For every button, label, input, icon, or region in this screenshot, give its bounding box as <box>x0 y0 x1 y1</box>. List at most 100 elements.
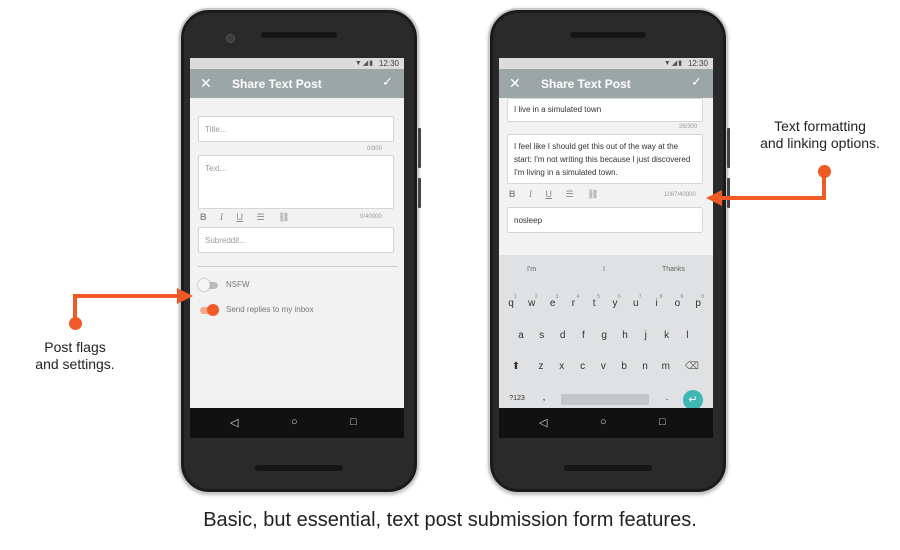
home-icon[interactable]: ○ <box>291 416 298 428</box>
key-hint: 7 <box>638 294 642 300</box>
app-bar: ✕ Share Text Post ✓ <box>499 69 713 98</box>
app-title: Share Text Post <box>232 77 322 91</box>
signal-icon: ▼◢▮ <box>354 60 374 67</box>
signal-icon: ▼◢▮ <box>663 60 683 67</box>
key-j[interactable]: j <box>638 330 654 341</box>
camera <box>226 34 235 43</box>
shift-icon[interactable]: ⬆ <box>508 361 524 372</box>
recents-icon[interactable]: □ <box>350 416 357 428</box>
link-icon[interactable]: ⛓ <box>587 189 598 200</box>
phone-left: ▼◢▮ 12:30 ✕ Share Text Post ✓ Title... 0… <box>179 8 421 494</box>
title-field[interactable]: Title... <box>198 116 394 142</box>
close-icon[interactable]: ✕ <box>200 75 212 92</box>
soft-keyboard: I'm I Thanks q1w2e3r4t5y6u7i8o9p0asdfghj… <box>499 255 713 410</box>
speaker-grille <box>261 32 337 38</box>
back-icon[interactable]: ◁ <box>539 416 547 429</box>
key-g[interactable]: g <box>596 330 612 341</box>
subreddit-field[interactable]: nosleep <box>507 207 703 233</box>
text-placeholder: Text... <box>205 164 227 173</box>
app-bar: ✕ Share Text Post ✓ <box>190 69 404 98</box>
check-icon[interactable]: ✓ <box>691 74 702 90</box>
suggestion[interactable]: Thanks <box>662 266 685 273</box>
italic-icon[interactable]: I <box>220 212 223 222</box>
key-l[interactable]: l <box>679 330 695 341</box>
link-icon[interactable]: ⛓ <box>278 212 289 223</box>
subreddit-value: nosleep <box>514 216 543 225</box>
comma-key[interactable]: , <box>536 392 552 403</box>
subreddit-field[interactable]: Subreddit... <box>198 227 394 253</box>
key-hint: 3 <box>555 294 559 300</box>
bold-icon[interactable]: B <box>509 189 516 199</box>
callout-line-1: Text formatting <box>774 118 866 134</box>
callout-formatting: Text formatting and linking options. <box>735 118 900 152</box>
symbols-key[interactable]: ?123 <box>507 395 527 402</box>
title-value: I live in a simulated town <box>514 105 602 114</box>
list-icon[interactable]: ☰ <box>257 212 265 223</box>
callout-connector <box>73 294 177 298</box>
period-key[interactable]: . <box>659 392 675 403</box>
title-field[interactable]: I live in a simulated town <box>507 98 703 122</box>
arrow-right-icon <box>177 288 193 304</box>
underline-icon[interactable]: U <box>546 189 553 199</box>
subreddit-placeholder: Subreddit... <box>205 236 246 245</box>
close-icon[interactable]: ✕ <box>509 75 521 92</box>
key-x[interactable]: x <box>554 361 570 372</box>
key-c[interactable]: c <box>575 361 591 372</box>
key-a[interactable]: a <box>513 330 529 341</box>
check-icon[interactable]: ✓ <box>382 74 393 90</box>
power-button <box>418 178 421 208</box>
replies-toggle[interactable] <box>198 303 219 317</box>
callout-line-2: and linking options. <box>760 135 880 151</box>
back-icon[interactable]: ◁ <box>230 416 238 429</box>
suggestion[interactable]: I'm <box>527 266 536 273</box>
key-m[interactable]: m <box>658 361 674 372</box>
key-b[interactable]: b <box>616 361 632 372</box>
bold-icon[interactable]: B <box>200 212 207 222</box>
space-bar[interactable] <box>561 394 649 405</box>
key-n[interactable]: n <box>637 361 653 372</box>
key-v[interactable]: v <box>595 361 611 372</box>
underline-icon[interactable]: U <box>237 212 244 222</box>
enter-icon: ↵ <box>688 394 698 406</box>
key-hint: 4 <box>576 294 580 300</box>
phone-right: ▼◢▮ 12:30 ✕ Share Text Post ✓ I live in … <box>488 8 730 494</box>
key-f[interactable]: f <box>575 330 591 341</box>
key-hint: 0 <box>701 294 704 300</box>
backspace-icon[interactable]: ⌫ <box>684 361 700 372</box>
recents-icon[interactable]: □ <box>659 416 666 428</box>
suggestion[interactable]: I <box>603 266 605 273</box>
screen-right: ▼◢▮ 12:30 ✕ Share Text Post ✓ I live in … <box>499 58 713 438</box>
speaker-grille-bottom <box>255 465 343 471</box>
callout-connector <box>73 294 77 322</box>
title-placeholder: Title... <box>205 125 227 134</box>
nsfw-toggle[interactable] <box>198 278 218 292</box>
text-value: I feel like I should get this out of the… <box>514 142 691 177</box>
text-field[interactable]: I feel like I should get this out of the… <box>507 134 703 184</box>
divider <box>198 266 398 267</box>
suggestion-strip: I'm I Thanks <box>499 255 713 285</box>
enter-key[interactable]: ↵ <box>683 390 703 410</box>
nsfw-label: NSFW <box>226 280 250 290</box>
formatting-toolbar: B I U ☰ ⛓ <box>509 189 610 201</box>
title-counter: 26/300 <box>679 124 698 130</box>
key-d[interactable]: d <box>555 330 571 341</box>
key-z[interactable]: z <box>533 361 549 372</box>
home-icon[interactable]: ○ <box>600 416 607 428</box>
key-h[interactable]: h <box>617 330 633 341</box>
status-bar: ▼◢▮ 12:30 <box>499 58 713 69</box>
power-button <box>727 178 730 208</box>
key-hint: 6 <box>618 294 621 300</box>
callout-line-1: Post flags <box>44 339 106 355</box>
text-field[interactable]: Text... <box>198 155 394 209</box>
list-icon[interactable]: ☰ <box>566 189 574 200</box>
key-k[interactable]: k <box>659 330 675 341</box>
nsfw-row[interactable]: NSFW <box>198 278 250 292</box>
key-hint: 8 <box>659 294 663 300</box>
replies-row[interactable]: Send replies to my inbox <box>198 303 314 317</box>
speaker-grille-bottom <box>564 465 652 471</box>
key-s[interactable]: s <box>534 330 550 341</box>
italic-icon[interactable]: I <box>529 189 532 199</box>
status-time: 12:30 <box>687 59 708 68</box>
volume-button <box>727 128 730 168</box>
caption: Basic, but essential, text post submissi… <box>203 509 697 531</box>
